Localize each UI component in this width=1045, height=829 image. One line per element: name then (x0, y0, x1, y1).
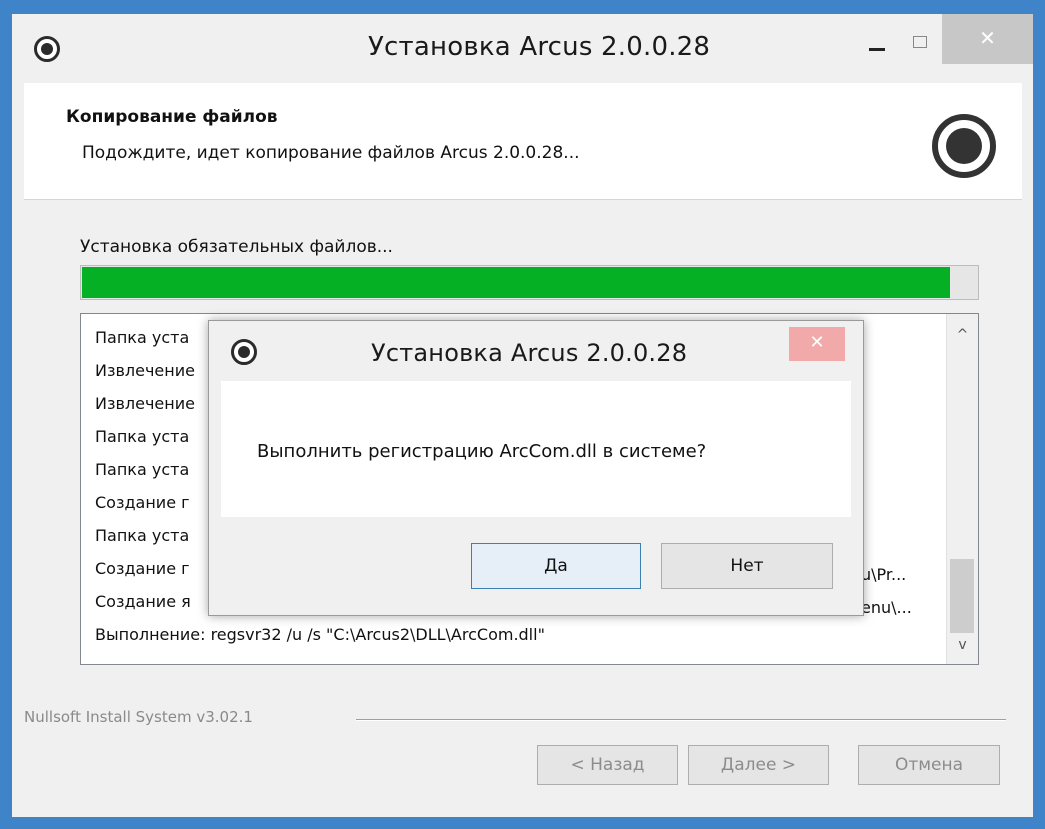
progress-bar (80, 265, 979, 300)
window-title: Установка Arcus 2.0.0.28 (368, 32, 711, 62)
next-button[interactable]: Далее > (688, 745, 829, 785)
minimize-button[interactable] (857, 28, 897, 64)
scroll-thumb[interactable] (950, 559, 974, 633)
log-line: Папка уста (95, 328, 190, 347)
back-button[interactable]: < Назад (537, 745, 678, 785)
app-icon (34, 36, 60, 62)
yes-button[interactable]: Да (471, 543, 641, 589)
maximize-button[interactable] (900, 26, 940, 62)
log-line: Папка уста (95, 526, 190, 545)
cancel-button[interactable]: Отмена (858, 745, 1000, 785)
page-title: Копирование файлов (66, 107, 278, 127)
title-bar: Установка Arcus 2.0.0.28 ✕ (12, 14, 1033, 76)
scroll-up-arrow-icon[interactable]: ^ (947, 320, 978, 350)
log-line: Папка уста (95, 460, 190, 479)
log-tail-fragment: u\Pr... (861, 565, 907, 584)
log-line: Папка уста (95, 427, 190, 446)
log-scrollbar[interactable]: ^ v (946, 314, 978, 664)
log-line: Создание я (95, 592, 191, 611)
close-button[interactable]: ✕ (942, 14, 1033, 64)
page-header: Копирование файлов Подождите, идет копир… (24, 83, 1022, 200)
scroll-down-arrow-icon[interactable]: v (947, 630, 978, 660)
confirm-dialog: Установка Arcus 2.0.0.28 ✕ Выполнить рег… (208, 320, 864, 616)
progress-label: Установка обязательных файлов... (80, 237, 393, 257)
app-logo-icon (932, 114, 996, 178)
dialog-message: Выполнить регистрацию ArcCom.dll в систе… (257, 441, 707, 462)
log-line: Извлечение (95, 394, 195, 413)
dialog-app-icon (231, 339, 257, 365)
dialog-title: Установка Arcus 2.0.0.28 (371, 339, 688, 367)
dialog-close-button[interactable]: ✕ (789, 327, 845, 361)
nsis-brand: Nullsoft Install System v3.02.1 (24, 708, 253, 726)
log-line: Извлечение (95, 361, 195, 380)
progress-fill (82, 267, 950, 298)
no-button[interactable]: Нет (661, 543, 833, 589)
page-subtitle: Подождите, идет копирование файлов Arcus… (82, 143, 580, 163)
footer-divider-highlight (356, 720, 1006, 721)
log-tail-fragment: enu\... (861, 598, 912, 617)
dialog-body: Выполнить регистрацию ArcCom.dll в систе… (221, 381, 851, 517)
log-line: Создание г (95, 493, 190, 512)
log-line: Выполнение: regsvr32 /u /s "C:\Arcus2\DL… (95, 625, 545, 644)
log-line: Создание г (95, 559, 190, 578)
